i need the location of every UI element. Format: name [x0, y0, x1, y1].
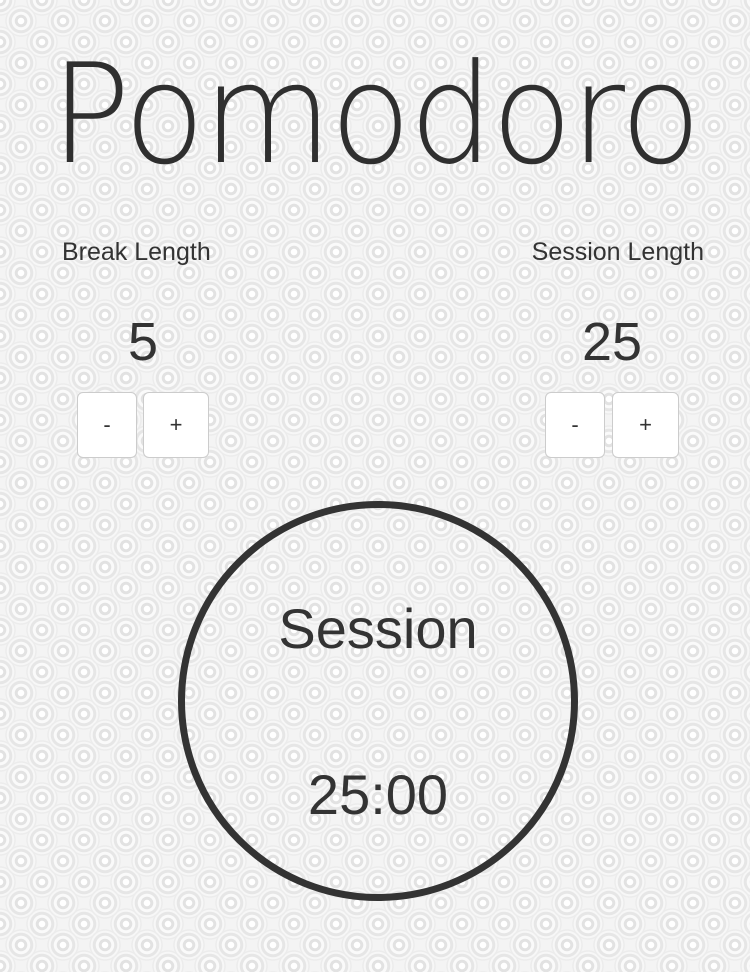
- timer-circle[interactable]: Session 25:00: [178, 501, 578, 901]
- break-decrement-button[interactable]: -: [77, 392, 137, 458]
- timer-mode-label: Session: [278, 597, 478, 660]
- break-increment-button[interactable]: +: [143, 392, 209, 458]
- app-title: Pomodoro: [50, 34, 702, 195]
- session-length-value: 25: [581, 312, 643, 372]
- session-increment-button[interactable]: +: [612, 392, 679, 458]
- break-length-label: Break Length: [62, 238, 211, 266]
- break-length-value: 5: [127, 312, 159, 372]
- session-decrement-button[interactable]: -: [545, 392, 605, 458]
- session-length-label: Session Length: [531, 238, 704, 266]
- timer-countdown: 25:00: [307, 763, 449, 826]
